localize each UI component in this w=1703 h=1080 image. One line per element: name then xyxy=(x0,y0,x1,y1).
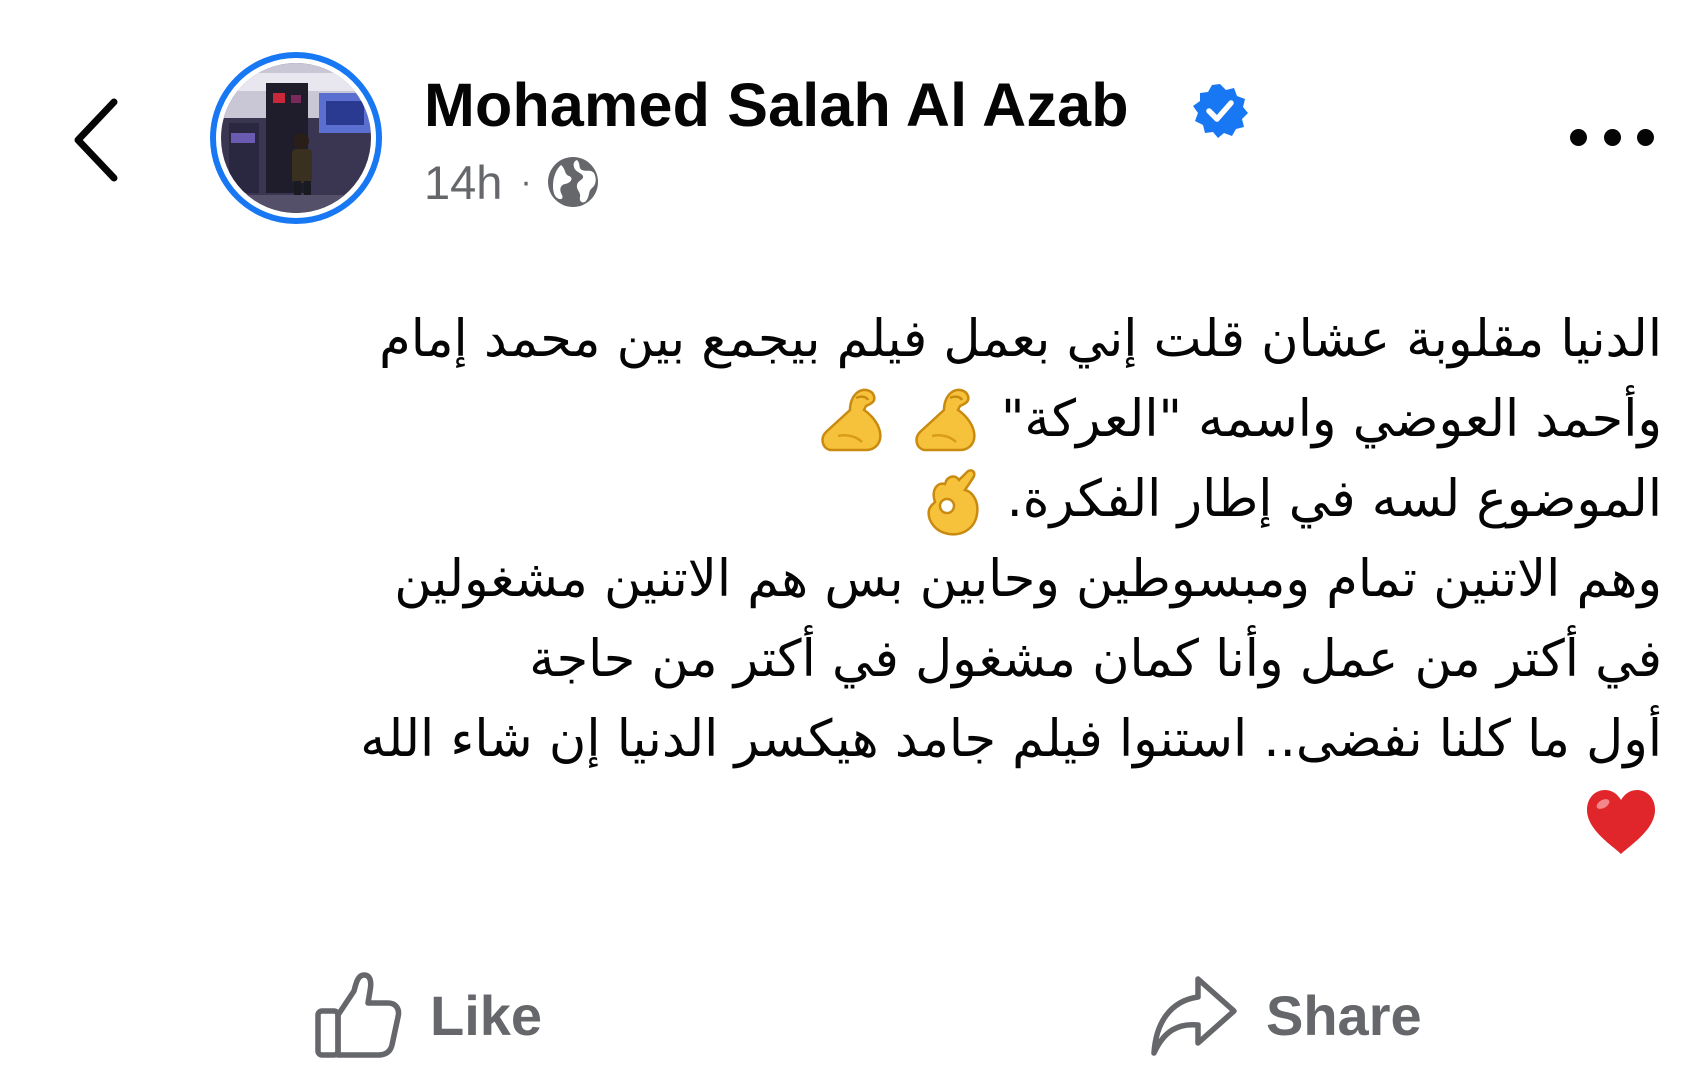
post-text: الدنيا مقلوبة عشان قلت إني بعمل فيلم بيج… xyxy=(90,300,1662,870)
flexed-biceps-emoji-icon xyxy=(820,388,882,452)
post-line: الدنيا مقلوبة عشان قلت إني بعمل فيلم بيج… xyxy=(379,310,1662,369)
more-options-button[interactable] xyxy=(1570,122,1654,152)
red-heart-emoji-icon xyxy=(1587,790,1655,854)
timestamp[interactable]: 14h xyxy=(424,155,502,210)
post-line: أول ما كلنا نفضى.. استنوا فيلم جامد هيكس… xyxy=(360,710,1662,769)
like-label: Like xyxy=(430,983,543,1047)
thumbs-up-icon xyxy=(315,972,402,1058)
more-horizontal-icon xyxy=(1570,128,1587,146)
like-button[interactable]: Like xyxy=(312,965,542,1065)
ok-hand-emoji-icon xyxy=(927,469,980,536)
back-button[interactable] xyxy=(70,96,126,184)
post-line-text: الموضوع لسه في إطار الفكرة. xyxy=(1006,470,1662,529)
post-line-text: وأحمد العوضي واسمه "العركة" xyxy=(1000,390,1662,449)
meta-separator: · xyxy=(520,162,532,201)
avatar-photo xyxy=(221,63,371,213)
post-meta: 14h · xyxy=(424,152,600,212)
post-line-with-emoji: وأحمد العوضي واسمه "العركة" xyxy=(90,380,1662,460)
globe-icon[interactable] xyxy=(546,155,600,209)
share-label: Share xyxy=(1266,983,1422,1047)
more-dot xyxy=(1637,128,1654,146)
post-line-with-emoji: الموضوع لسه في إطار الفكرة. xyxy=(90,460,1662,540)
post-line: في أكتر من عمل وأنا كمان مشغول في أكتر م… xyxy=(529,630,1662,689)
flexed-biceps-emoji-icon xyxy=(915,388,976,452)
verified-badge-icon xyxy=(1193,84,1248,138)
post-line-heart xyxy=(90,780,1662,870)
more-dot xyxy=(1603,128,1621,146)
avatar[interactable] xyxy=(210,52,382,224)
share-button[interactable]: Share xyxy=(1148,965,1422,1065)
chevron-left-icon xyxy=(74,98,118,182)
share-arrow-icon xyxy=(1151,976,1237,1056)
author-name[interactable]: Mohamed Salah Al Azab xyxy=(424,70,1129,140)
post-line: وهم الاتنين تمام ومبسوطين وحابين بس هم ا… xyxy=(394,550,1662,609)
post-action-bar: Like Share xyxy=(0,965,1703,1065)
